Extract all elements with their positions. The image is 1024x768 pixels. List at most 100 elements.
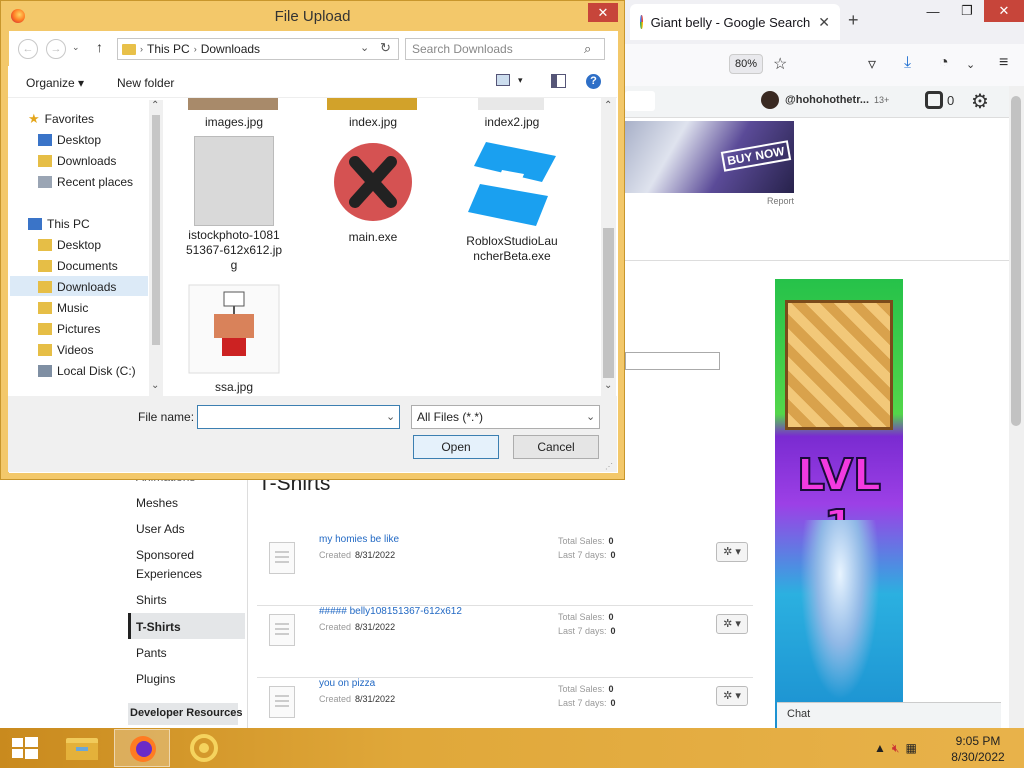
nav-item-pants[interactable]: Pants (136, 646, 167, 660)
file-index2-jpg[interactable]: index2.jpg (457, 115, 567, 130)
nav-downloads[interactable]: Downloads (38, 280, 116, 294)
file-thumbnail[interactable] (188, 98, 278, 110)
nav-documents[interactable]: Documents (38, 259, 118, 273)
pocket-icon[interactable]: ▿ (868, 54, 876, 74)
item-name-link[interactable]: my homies be like (319, 534, 399, 545)
item-thumbnail-icon[interactable] (269, 686, 295, 718)
chevron-down-icon[interactable]: ⌄ (966, 58, 975, 71)
nav-music[interactable]: Music (38, 301, 88, 315)
nav-this-pc[interactable]: This PC (28, 217, 90, 231)
robux-count[interactable]: 0 (947, 93, 954, 108)
ad-report-link[interactable]: Report (767, 196, 794, 206)
item-thumbnail-icon[interactable] (269, 614, 295, 646)
breadcrumb-separator-icon[interactable]: › (140, 44, 143, 54)
chat-bar[interactable]: Chat (777, 702, 1001, 728)
search-input[interactable] (625, 91, 655, 111)
view-dropdown-icon[interactable]: ▾ (518, 75, 523, 86)
scroll-up-icon[interactable]: ⌃ (604, 100, 612, 111)
developer-resources-header[interactable]: Developer Resources (128, 703, 243, 725)
account-name[interactable]: @hohohothetr... (785, 94, 869, 106)
file-thumbnail[interactable] (327, 98, 417, 110)
tab-close-icon[interactable]: ✕ (818, 14, 830, 31)
nav-favorites[interactable]: ★ Favorites (28, 111, 94, 127)
scroll-down-icon[interactable]: ⌄ (604, 380, 612, 391)
search-downloads-input[interactable]: Search Downloads (405, 38, 605, 60)
item-gear-button[interactable]: ✲ ▾ (716, 686, 748, 706)
file-thumbnail[interactable] (478, 98, 544, 110)
filter-dropdown-icon[interactable]: ⌄ (586, 410, 595, 423)
extension-icon[interactable]: ◔ (939, 54, 949, 72)
item-gear-button[interactable]: ✲ ▾ (716, 614, 748, 634)
avatar[interactable] (761, 91, 779, 109)
minimize-icon[interactable]: — (916, 0, 950, 22)
file-index-jpg[interactable]: index.jpg (318, 115, 428, 130)
recent-chevron-icon[interactable]: ⌄ (72, 42, 80, 53)
refresh-icon[interactable]: ↻ (380, 40, 391, 56)
tab-google-search[interactable]: Giant belly - Google Search ✕ (630, 4, 840, 40)
robux-icon[interactable] (925, 91, 943, 109)
address-dropdown-icon[interactable]: ⌄ (360, 41, 369, 54)
show-hidden-icons-icon[interactable]: ▲ (874, 741, 886, 756)
nav-videos[interactable]: Videos (38, 343, 93, 357)
organize-menu[interactable]: Organize ▾ (26, 76, 84, 90)
forward-arrow-icon[interactable]: → (46, 39, 66, 59)
file-type-filter[interactable]: All Files (*.*) (411, 405, 600, 429)
page-scroll-thumb[interactable] (1011, 96, 1021, 426)
nav-local-disk[interactable]: Local Disk (C:) (38, 364, 136, 378)
file-roblox-studio-launcher[interactable]: RobloxStudioLau ncherBeta.exe (457, 136, 567, 264)
item-name-link[interactable]: ##### belly108151367-612x612 (319, 606, 462, 617)
nav-item-plugins[interactable]: Plugins (136, 672, 175, 686)
preview-pane-icon[interactable] (551, 74, 566, 88)
nav-item-experiences[interactable]: Experiences (136, 567, 202, 581)
nav-item-sponsored[interactable]: Sponsored (136, 548, 194, 562)
nav-desktop[interactable]: Desktop (38, 238, 101, 252)
back-arrow-icon[interactable]: ← (18, 39, 38, 59)
new-folder-button[interactable]: New folder (117, 76, 174, 90)
dialog-close-button[interactable]: ✕ (588, 3, 618, 22)
nav-item-user-ads[interactable]: User Ads (136, 522, 185, 536)
file-explorer-taskbar-icon[interactable] (54, 729, 110, 767)
breadcrumb-this-pc[interactable]: This PC (147, 42, 190, 56)
help-icon[interactable]: ? (586, 74, 601, 89)
scroll-down-icon[interactable]: ⌄ (151, 380, 159, 391)
file-ssa-jpg[interactable]: ssa.jpg (179, 284, 289, 395)
item-thumbnail-icon[interactable] (269, 542, 295, 574)
item-gear-button[interactable]: ✲ ▾ (716, 542, 748, 562)
download-icon[interactable]: ⤓ (904, 54, 911, 72)
maximize-icon[interactable]: ❐ (950, 0, 984, 22)
nav-pictures[interactable]: Pictures (38, 322, 100, 336)
settings-gear-icon[interactable]: ⚙ (971, 89, 989, 114)
clock[interactable]: 9:05 PM 8/30/2022 (940, 733, 1016, 765)
item-name-link[interactable]: you on pizza (319, 678, 375, 689)
nav-fav-downloads[interactable]: Downloads (38, 154, 116, 168)
breadcrumb-downloads[interactable]: Downloads (201, 42, 260, 56)
volume-muted-icon[interactable]: 🔇︎ (892, 741, 900, 756)
nav-item-meshes[interactable]: Meshes (136, 496, 178, 510)
close-window-icon[interactable]: ✕ (984, 0, 1024, 22)
chrome-taskbar-icon[interactable] (176, 729, 232, 767)
breadcrumb-separator-icon[interactable]: › (194, 44, 197, 54)
page-text-input[interactable] (625, 352, 720, 370)
network-icon[interactable]: ▦ (905, 741, 916, 756)
file-main-exe[interactable]: main.exe (318, 140, 428, 245)
firefox-taskbar-icon[interactable] (114, 729, 170, 767)
dialog-titlebar[interactable]: File Upload ✕ (1, 1, 624, 31)
nav-pane-scroll-thumb[interactable] (152, 115, 160, 345)
menu-icon[interactable]: ≡ (999, 54, 1008, 72)
open-button[interactable]: Open (413, 435, 499, 459)
file-istockphoto[interactable]: istockphoto-1081 51367-612x612.jp g (179, 136, 289, 273)
nav-fav-recent-places[interactable]: Recent places (38, 175, 133, 189)
address-box[interactable]: › This PC › Downloads ⌄ ↻ (117, 38, 399, 60)
bookmark-star-icon[interactable]: ☆ (773, 54, 787, 74)
file-name-dropdown-icon[interactable]: ⌄ (386, 410, 395, 423)
scroll-up-icon[interactable]: ⌃ (151, 100, 159, 111)
resize-grip-icon[interactable]: ⋰ (605, 462, 613, 471)
cancel-button[interactable]: Cancel (513, 435, 599, 459)
zoom-level[interactable]: 80% (729, 54, 764, 74)
up-arrow-icon[interactable]: ↑ (96, 39, 103, 55)
file-images-jpg[interactable]: images.jpg (179, 115, 289, 130)
windows-start-icon[interactable] (12, 737, 38, 759)
nav-fav-desktop[interactable]: Desktop (38, 133, 101, 147)
view-icon[interactable] (496, 74, 510, 86)
file-pane-scroll-thumb[interactable] (603, 228, 614, 378)
